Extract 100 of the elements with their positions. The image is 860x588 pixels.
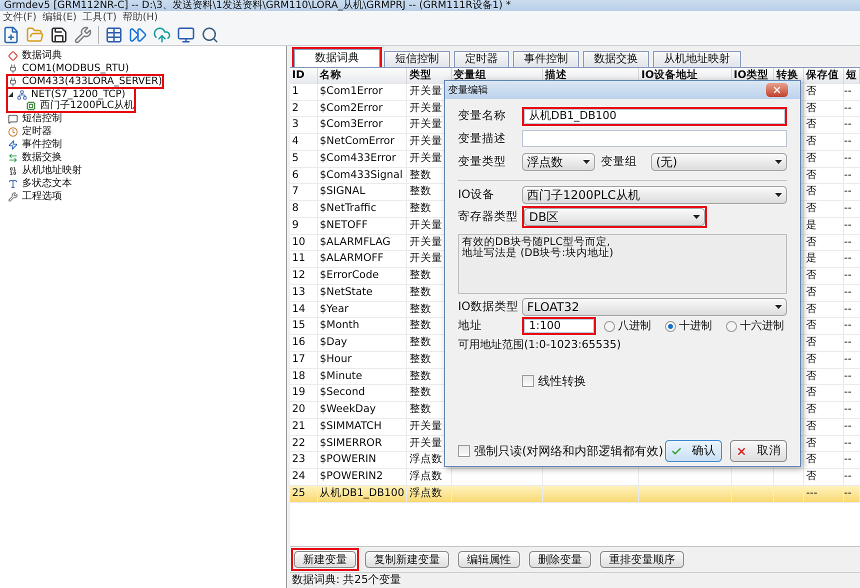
device-select[interactable]: 西门子1200PLC从机 [522, 186, 787, 204]
menu-item[interactable]: 帮助(H) [120, 12, 161, 24]
tab[interactable]: 数据词典 [294, 49, 380, 67]
table-cell: $SIMERROR [317, 435, 407, 452]
column-header[interactable]: 短 [843, 68, 860, 84]
tab[interactable]: 定时器 [454, 51, 509, 67]
description-field[interactable] [522, 130, 787, 147]
toolbar-button[interactable]: 删除变量 [529, 550, 591, 568]
table-cell: $ALARMOFF [317, 250, 407, 268]
data-type-select[interactable]: FLOAT32 [522, 298, 787, 316]
close-button[interactable] [766, 83, 788, 97]
toolbar-button[interactable]: 重排变量顺序 [600, 550, 684, 568]
table-cell: 浮点数 [406, 485, 452, 502]
radio-button[interactable] [665, 320, 676, 332]
tree-item[interactable]: 数据词典 [8, 50, 62, 61]
table-cell: $SIMMATCH [317, 418, 407, 435]
address-field[interactable]: 1:100 [524, 319, 594, 333]
caret-icon [693, 215, 700, 219]
checkbox[interactable] [522, 374, 534, 386]
table-cell: $Minute [317, 368, 407, 385]
tree-item[interactable]: 定时器 [8, 126, 52, 137]
register-select[interactable]: DB区 [524, 208, 705, 226]
menu-item[interactable]: 文件(F) [0, 12, 40, 24]
menu-item[interactable]: 编辑(E) [40, 12, 80, 24]
toolbar-button[interactable]: 复制新建变量 [365, 550, 449, 568]
tree-item[interactable]: NET(S7_1200_TCP) [8, 89, 134, 100]
table-cell: $Year [317, 301, 407, 318]
tab[interactable]: 短信控制 [384, 51, 450, 67]
table-cell: 11 [290, 250, 318, 268]
table-cell: -- [843, 268, 860, 284]
table-cell: 否 [804, 150, 844, 167]
wrench-icon[interactable] [74, 26, 92, 44]
confirm-button[interactable]: 确认 [665, 440, 722, 462]
table-cell: 是 [804, 250, 844, 268]
table-cell: $Day [317, 334, 407, 352]
table-cell: $POWERIN [317, 452, 407, 468]
table-cell: 从机DB1_DB100 [317, 485, 407, 502]
toolbar-button[interactable]: 编辑属性 [458, 550, 520, 568]
tree-item[interactable]: 多状态文本 [8, 178, 72, 189]
radio-button[interactable] [726, 320, 737, 332]
table-cell: -- [843, 402, 860, 418]
tree-item[interactable]: COM433(433LORA_SERVER) [8, 76, 162, 87]
tab[interactable]: 事件控制 [513, 51, 579, 67]
window-title: Grmdev5 [GRM112NR-C] -- D:\3、发送资料\1发送资料\GRM110\LORA_从机\GRMPRJ -- (GRM111R设备1) * [4, 1, 511, 11]
table-cell: 否 [804, 167, 844, 184]
plug-icon [8, 76, 18, 86]
table-cell: $POWERIN2 [317, 468, 407, 486]
table-cell: -- [843, 468, 860, 486]
table-cell: -- [843, 384, 860, 402]
radio-button[interactable] [604, 320, 615, 332]
checkbox[interactable] [458, 445, 470, 457]
table-cell: 浮点数 [406, 468, 452, 486]
table-cell: -- [843, 217, 860, 234]
table-cell: $NetState [317, 284, 407, 301]
status-text: 数据词典: 共25个变量 [292, 572, 402, 588]
tree-item[interactable]: 事件控制 [8, 139, 62, 150]
folder-icon[interactable] [26, 26, 44, 44]
tree-item[interactable]: 从机地址映射 [8, 165, 82, 176]
tab[interactable]: 从机地址映射 [653, 51, 741, 67]
column-header[interactable]: ID [290, 68, 318, 84]
tab[interactable]: 数据交换 [583, 51, 649, 67]
table-cell: 否 [804, 368, 844, 385]
table-cell: 否 [804, 418, 844, 435]
search-icon[interactable] [201, 26, 219, 44]
group-select[interactable]: (无) [651, 153, 787, 171]
table-cell: -- [843, 284, 860, 301]
expanded-icon[interactable] [8, 92, 13, 97]
column-header[interactable]: 保存值 [804, 68, 844, 84]
tree-item[interactable]: 西门子1200PLC从机 [8, 100, 134, 111]
table-cell: -- [843, 485, 860, 502]
save-icon[interactable] [50, 26, 68, 44]
menu-item[interactable]: 工具(T) [80, 12, 120, 24]
new-file-icon[interactable] [2, 26, 20, 44]
radio-label: 八进制 [618, 318, 651, 334]
grid-icon[interactable] [105, 26, 123, 44]
cancel-button[interactable]: 取消 [730, 440, 787, 462]
table-cell: -- [843, 150, 860, 167]
table-cell: 16 [290, 334, 318, 352]
tree-item[interactable]: 数据交换 [8, 152, 62, 163]
check-icon [671, 446, 682, 456]
range-text: 可用地址范围(1:0-1023:65535) [458, 337, 622, 353]
type-select[interactable]: 浮点数 [522, 153, 595, 171]
monitor-icon[interactable] [177, 26, 195, 44]
toolbar-button[interactable]: 新建变量 [294, 550, 356, 568]
tree-item[interactable]: 工程选项 [8, 191, 62, 202]
table-row[interactable]: 25 从机DB1_DB100 浮点数 --- -- [290, 485, 860, 502]
table-cell: -- [843, 184, 860, 200]
table-cell: $WeekDay [317, 402, 407, 418]
tree-item[interactable]: 短信控制 [8, 113, 62, 124]
cloud-icon[interactable] [153, 26, 171, 44]
table-cell: $NetTraffic [317, 200, 407, 218]
table-cell: 14 [290, 301, 318, 318]
table-cell: 5 [290, 150, 318, 167]
fast-forward-icon[interactable] [129, 26, 147, 44]
name-field[interactable]: 从机DB1_DB100 [524, 108, 785, 124]
column-header[interactable]: 名称 [317, 68, 407, 84]
table-cell: $Com2Error [317, 100, 407, 117]
table-row[interactable]: 24 $POWERIN2 浮点数 否 -- [290, 468, 860, 486]
caret-icon [775, 305, 782, 309]
tree-item[interactable]: COM1(MODBUS_RTU) [8, 63, 130, 74]
